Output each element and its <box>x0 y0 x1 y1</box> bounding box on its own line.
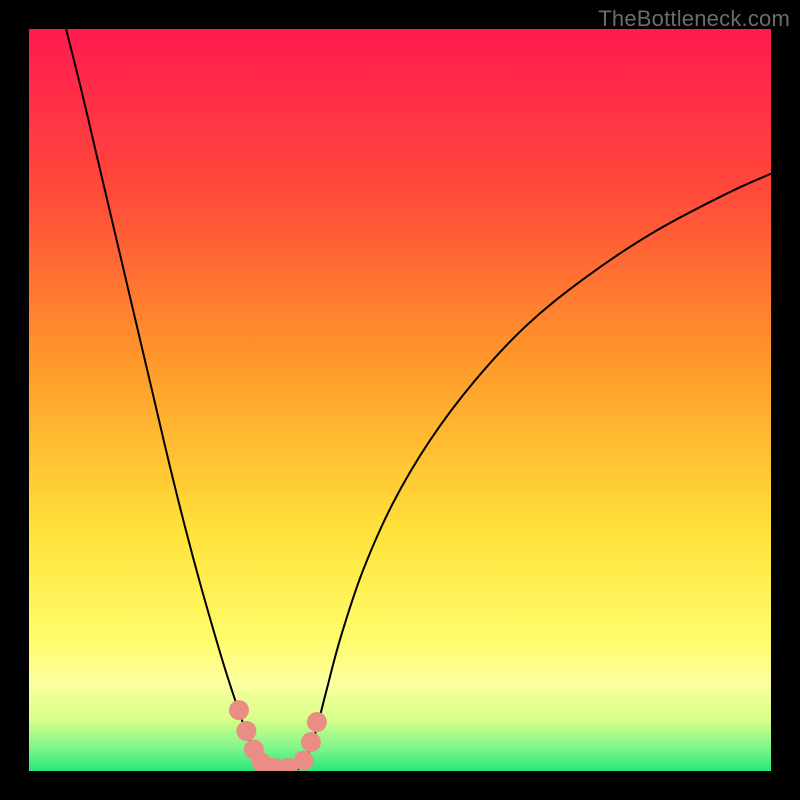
chart-frame: TheBottleneck.com <box>0 0 800 800</box>
highlight-dot <box>229 700 249 720</box>
chart-svg <box>29 29 771 771</box>
highlight-dot <box>307 712 327 732</box>
highlight-dot <box>236 721 256 741</box>
highlight-dot <box>294 751 314 771</box>
highlight-dot <box>301 732 321 752</box>
plot-area <box>29 29 771 771</box>
gradient-background <box>29 29 771 771</box>
